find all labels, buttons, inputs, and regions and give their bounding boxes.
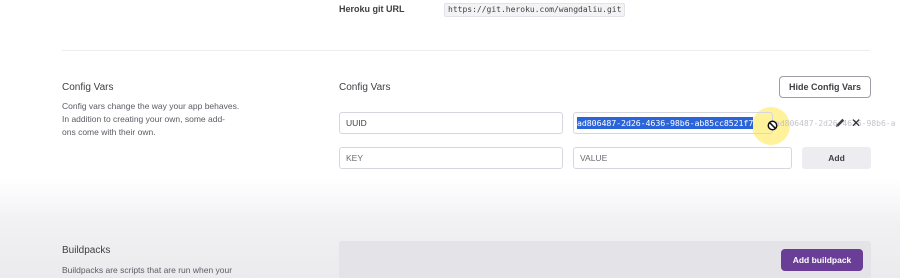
add-config-var-button[interactable]: Add	[802, 147, 871, 169]
hide-config-vars-button[interactable]: Hide Config Vars	[779, 76, 871, 98]
new-config-key-input[interactable]: KEY	[339, 147, 563, 169]
config-var-key-field[interactable]: UUID	[339, 112, 563, 134]
heroku-git-url-label: Heroku git URL	[339, 4, 405, 14]
buildpacks-description: Buildpacks are scripts that are run when…	[62, 265, 233, 275]
new-config-value-placeholder: VALUE	[580, 153, 608, 163]
close-icon[interactable]: ✕	[851, 117, 861, 129]
add-buildpack-button[interactable]: Add buildpack	[781, 249, 863, 271]
section-divider	[62, 50, 870, 51]
config-vars-section-title: Config Vars	[62, 82, 114, 93]
forbidden-cursor-icon	[767, 120, 778, 131]
config-vars-description-line: In addition to creating your own, some a…	[62, 114, 226, 124]
config-vars-description-line: ons come with their own.	[62, 127, 156, 137]
new-config-key-placeholder: KEY	[346, 153, 364, 163]
config-vars-description: Config vars change the way your app beha…	[62, 100, 257, 139]
config-var-value-selected-text: ad806487-2d26-4636-98b6-ab85cc8521f7	[577, 117, 754, 129]
config-vars-heading: Config Vars	[339, 82, 391, 93]
config-var-key-text: UUID	[346, 118, 367, 128]
pencil-icon[interactable]	[834, 117, 846, 129]
new-config-value-input[interactable]: VALUE	[573, 147, 792, 169]
config-vars-description-line: Config vars change the way your app beha…	[62, 101, 240, 111]
buildpacks-section-title: Buildpacks	[62, 245, 111, 256]
heroku-git-url-value[interactable]: https://git.heroku.com/wangdaliu.git	[444, 3, 626, 17]
config-var-value-field[interactable]: ad806487-2d26-4636-98b6-ab85cc8521f7	[573, 112, 773, 134]
